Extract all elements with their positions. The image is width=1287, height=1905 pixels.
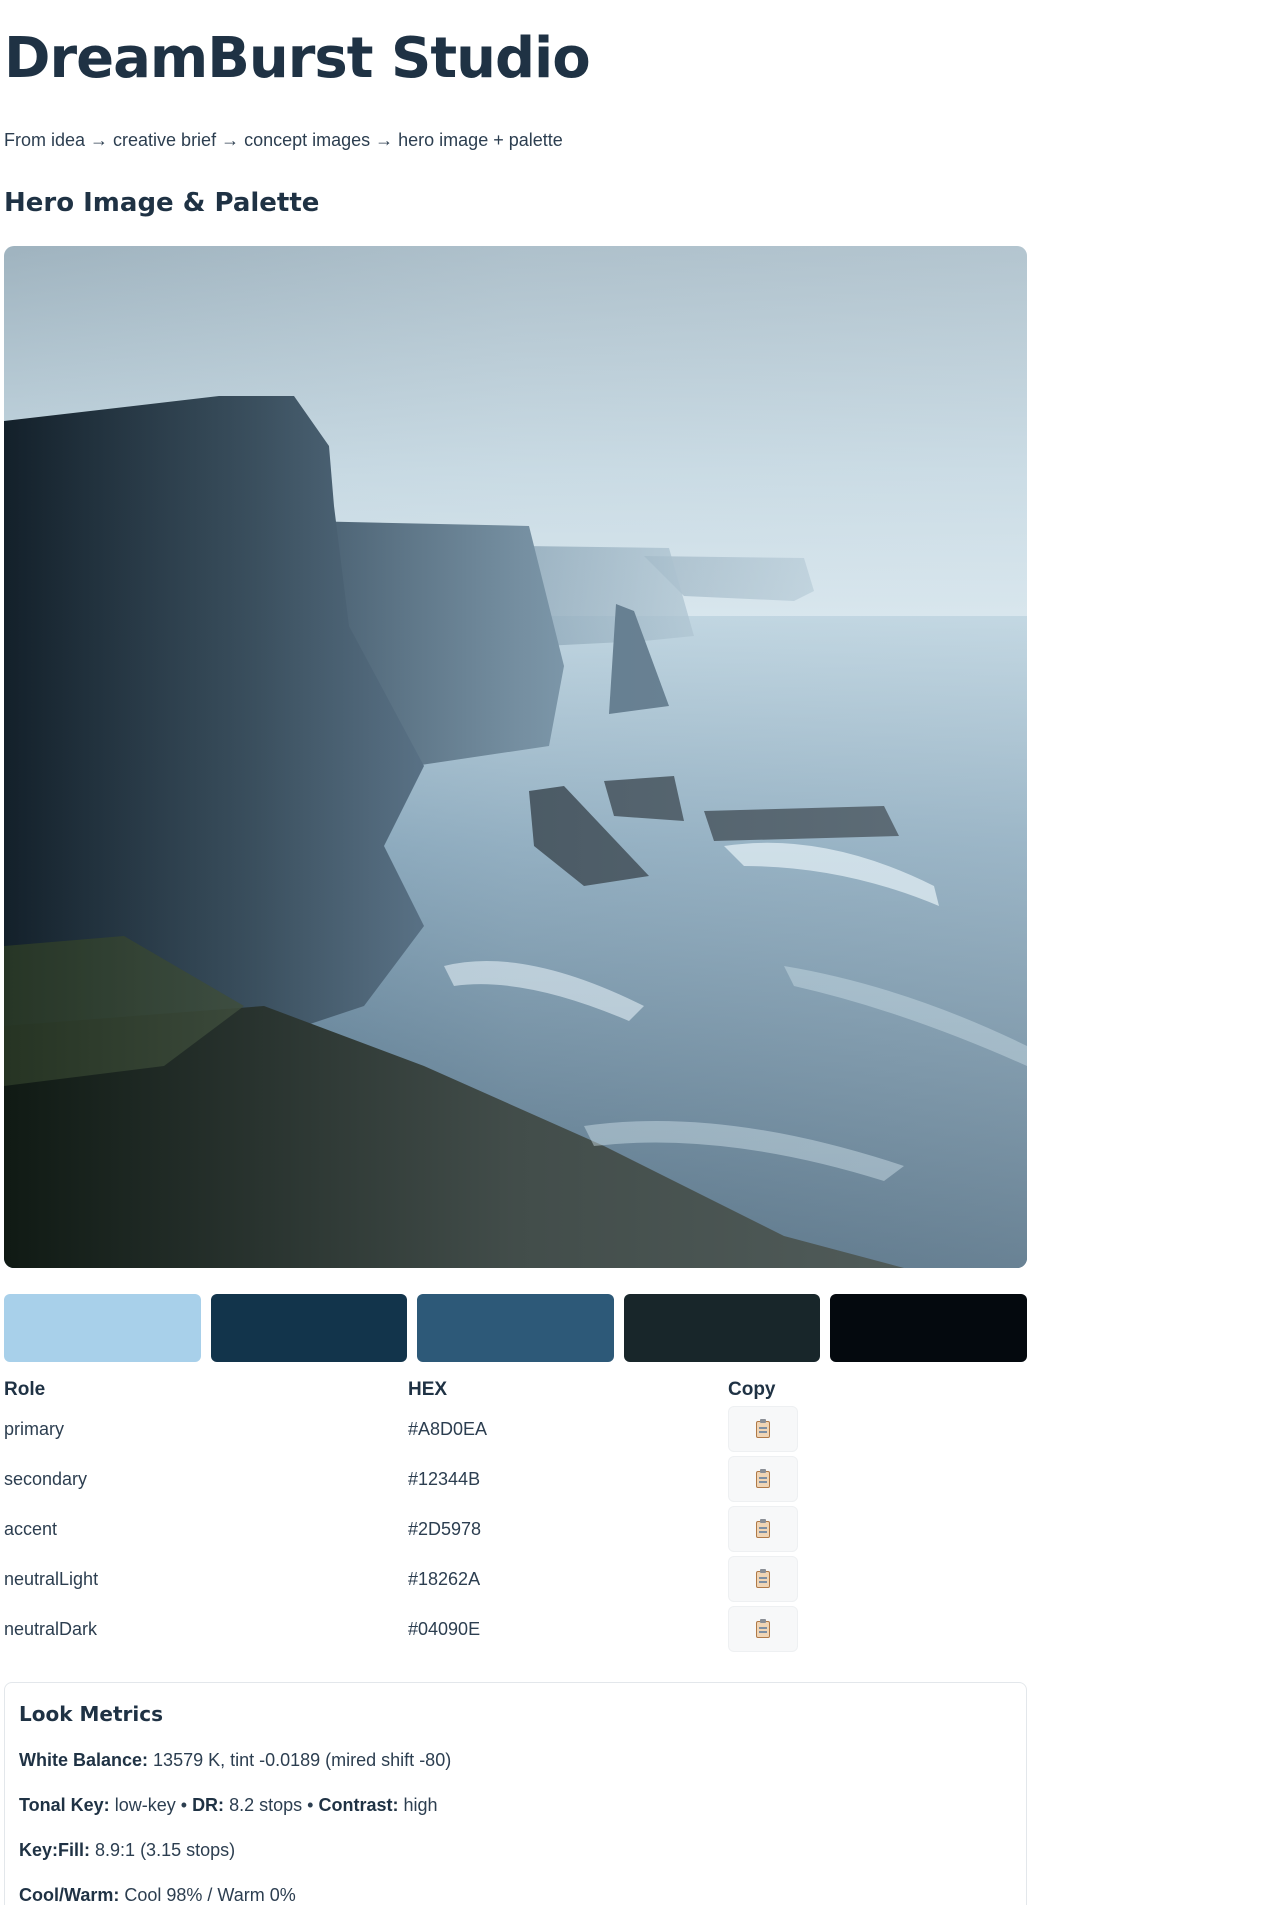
copy-button[interactable] <box>728 1506 798 1552</box>
table-row: neutralLight #18262A <box>4 1554 1027 1604</box>
hex-cell: #A8D0EA <box>408 1418 488 1439</box>
clipboard-icon <box>756 1618 770 1638</box>
hex-cell: #18262A <box>408 1568 481 1589</box>
table-row: primary #A8D0EA <box>4 1404 1027 1454</box>
key-fill-value: 8.9:1 (3.15 stops) <box>95 1840 236 1860</box>
look-metrics-card: Look Metrics White Balance: 13579 K, tin… <box>4 1682 1027 1905</box>
separator: • <box>180 1795 188 1815</box>
swatch-accent <box>417 1294 614 1362</box>
metrics-title: Look Metrics <box>19 1702 163 1726</box>
swatch-secondary <box>210 1294 408 1362</box>
hero-image <box>4 246 1027 1268</box>
col-header-copy: Copy <box>728 1379 776 1400</box>
metric-cool-warm: Cool/Warm: Cool 98% / Warm 0% <box>19 1882 1012 1905</box>
palette-swatches <box>4 1294 1027 1362</box>
clipboard-icon <box>756 1468 770 1488</box>
tonal-key-label: Tonal Key: <box>19 1795 110 1815</box>
contrast-label: Contrast: <box>318 1795 399 1815</box>
col-header-hex: HEX <box>408 1379 448 1400</box>
copy-button[interactable] <box>728 1606 798 1652</box>
page-subtitle: From idea → creative brief → concept ima… <box>4 130 563 150</box>
hero-image-illustration <box>4 246 1027 1268</box>
role-cell: neutralDark <box>4 1618 98 1639</box>
metric-tonal-key: Tonal Key: low-key • DR: 8.2 stops • Con… <box>19 1792 1012 1818</box>
separator: • <box>307 1795 314 1815</box>
metric-white-balance: White Balance: 13579 K, tint -0.0189 (mi… <box>19 1747 1012 1773</box>
clipboard-icon <box>756 1568 770 1588</box>
white-balance-value: 13579 K, tint -0.0189 (mired shift -80) <box>153 1750 452 1770</box>
role-cell: neutralLight <box>4 1568 99 1589</box>
swatch-primary <box>4 1294 201 1362</box>
tonal-key-value: low-key <box>114 1795 176 1815</box>
cool-warm-label: Cool/Warm: <box>19 1885 120 1905</box>
swatch-neutral-dark <box>830 1294 1027 1362</box>
white-balance-label: White Balance: <box>19 1750 149 1770</box>
key-fill-label: Key:Fill: <box>19 1840 91 1860</box>
page-title: DreamBurst Studio <box>4 26 591 91</box>
section-title: Hero Image & Palette <box>4 188 320 218</box>
dr-label: DR: <box>192 1795 225 1815</box>
dr-value: 8.2 stops <box>229 1795 303 1815</box>
table-row: secondary #12344B <box>4 1454 1027 1504</box>
swatch-neutral-light <box>623 1294 821 1362</box>
col-header-role: Role <box>4 1379 46 1400</box>
table-row: neutralDark #04090E <box>4 1604 1027 1654</box>
hex-cell: #2D5978 <box>408 1518 482 1539</box>
copy-button[interactable] <box>728 1456 798 1502</box>
contrast-value: high <box>403 1795 438 1815</box>
hex-cell: #04090E <box>408 1618 481 1639</box>
cool-warm-value: Cool 98% / Warm 0% <box>124 1885 296 1905</box>
palette-table: Role HEX Copy primary #A8D0EA secondary … <box>4 1376 1027 1654</box>
table-row: accent #2D5978 <box>4 1504 1027 1554</box>
role-cell: accent <box>4 1518 58 1539</box>
copy-button[interactable] <box>728 1556 798 1602</box>
role-cell: secondary <box>4 1468 88 1489</box>
clipboard-icon <box>756 1518 770 1538</box>
palette-table-header: Role HEX Copy <box>4 1376 1027 1404</box>
metric-key-fill: Key:Fill: 8.9:1 (3.15 stops) <box>19 1837 1012 1863</box>
hex-cell: #12344B <box>408 1468 481 1489</box>
clipboard-icon <box>756 1418 770 1438</box>
role-cell: primary <box>4 1418 65 1439</box>
copy-button[interactable] <box>728 1406 798 1452</box>
